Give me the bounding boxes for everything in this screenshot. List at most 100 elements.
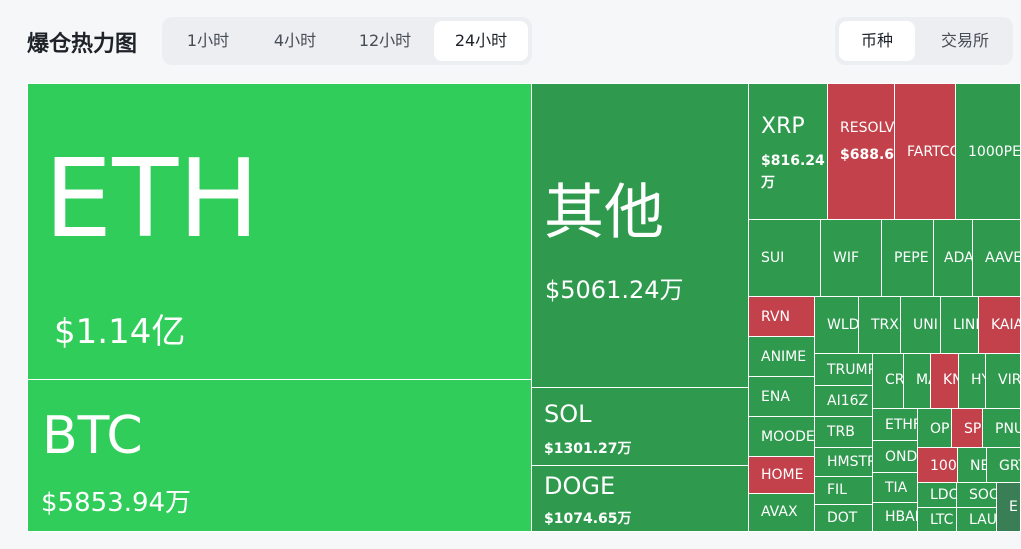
heatmap-cell-ena[interactable]: ENA [748, 376, 815, 417]
heatmap-cell-ai16z[interactable]: AI16Z [814, 385, 873, 417]
heatmap-cell-spx[interactable]: SPX [951, 408, 983, 448]
cell-name: XRP [761, 114, 805, 139]
heatmap-cell-resolv[interactable]: RESOLV $688.67万 [827, 83, 895, 220]
heatmap-cell-tia[interactable]: TIA [872, 472, 918, 503]
heatmap-cell-knc[interactable]: KNC [930, 353, 959, 409]
heatmap-cell-link[interactable]: LINK [940, 296, 979, 354]
tab-24h[interactable]: 24小时 [434, 21, 528, 61]
tab-1h[interactable]: 1小时 [168, 21, 248, 61]
heatmap-cell-anime[interactable]: ANIME [748, 336, 815, 377]
heatmap-cell-eth[interactable]: ETH $1.14亿 [27, 83, 532, 380]
heatmap-cell-1000pepe[interactable]: 1000PEPE [955, 83, 1021, 220]
heatmap-cell-soon[interactable]: SOON [956, 482, 997, 508]
tab-by-coin[interactable]: 币种 [839, 21, 915, 61]
cell-name: VIRTUAL [998, 372, 1021, 388]
heatmap-cell-ltc[interactable]: LTC [917, 507, 957, 532]
cell-name: PEPE [894, 250, 929, 266]
heatmap-cell-sui[interactable]: SUI [748, 219, 821, 297]
heatmap-cell-rvn[interactable]: RVN [748, 296, 815, 337]
heatmap-cell-1000sats[interactable]: 1000SATS [917, 447, 958, 483]
heatmap-cell-launch[interactable]: LAUNCH [956, 507, 997, 532]
cell-name: KNC [943, 372, 958, 388]
heatmap-cell-kaia[interactable]: KAIA [978, 296, 1021, 354]
heatmap-cell-moodeng[interactable]: MOODENG [748, 416, 815, 457]
cell-name: RESOLV [840, 120, 895, 136]
heatmap-cell-other[interactable]: 其他 $5061.24万 [531, 83, 749, 388]
cell-name: 1000PEPE [968, 144, 1021, 160]
cell-name: HYPE [971, 372, 985, 388]
cell-value: $5061.24万 [545, 276, 684, 304]
cell-name: ETHFI [885, 417, 917, 433]
cell-name: MAGIC [916, 372, 930, 388]
cell-name: AAVE [985, 250, 1021, 266]
heatmap-cell-virtual[interactable]: VIRTUAL [985, 353, 1021, 409]
cell-name: SOL [544, 400, 592, 428]
cell-value: $5853.94万 [41, 488, 192, 518]
cell-name: ADA [944, 250, 973, 266]
cell-name: WLD [827, 317, 859, 333]
cell-name: FARTCOIN [907, 144, 955, 160]
heatmap-cell-trump[interactable]: TRUMP [814, 353, 873, 386]
cell-name: TRUMP [827, 362, 873, 378]
cell-name: LDO [930, 487, 957, 503]
heatmap-cell-pnut[interactable]: PNUT [982, 408, 1021, 448]
cell-value: $1.14亿 [54, 312, 186, 352]
tab-12h[interactable]: 12小时 [342, 21, 428, 61]
heatmap-cell-wld[interactable]: WLD [814, 296, 859, 354]
cell-name: KAIA [991, 317, 1021, 333]
heatmap-cell-magic[interactable]: MAGIC [903, 353, 931, 409]
heatmap-cell-crv[interactable]: CRV [872, 353, 904, 409]
cell-name: E [1009, 499, 1018, 515]
cell-value: $816.24万 [761, 153, 825, 191]
cell-name: 其他 [544, 178, 664, 248]
heatmap-cell-dot[interactable]: DOT [814, 504, 873, 532]
page-title: 爆仓热力图 [27, 32, 138, 57]
heatmap-cell-doge[interactable]: DOGE $1074.65万 [531, 465, 749, 532]
heatmap-cell-aave[interactable]: AAVE [972, 219, 1021, 297]
heatmap-cell-wif[interactable]: WIF [820, 219, 882, 297]
heatmap-cell-hbar[interactable]: HBAR [872, 502, 918, 532]
heatmap-cell-ondo[interactable]: ONDO [872, 440, 918, 473]
cell-name: WIF [833, 250, 860, 266]
cell-name: TRB [827, 424, 855, 440]
tab-by-exchange[interactable]: 交易所 [921, 21, 1009, 61]
tab-4h[interactable]: 4小时 [255, 21, 335, 61]
heatmap-cell-xrp[interactable]: XRP $816.24万 [748, 83, 828, 220]
heatmap-cell-uni[interactable]: UNI [900, 296, 941, 354]
heatmap-cell-trx[interactable]: TRX [858, 296, 901, 354]
cell-name: RVN [761, 309, 791, 325]
heatmap-cell-near[interactable]: NEAR [957, 447, 987, 483]
heatmap-cell-e[interactable]: E [996, 482, 1021, 532]
cell-name: ETH [44, 137, 260, 262]
cell-name: AI16Z [827, 393, 869, 409]
cell-name: UNI [913, 317, 938, 333]
cell-name: BTC [42, 406, 143, 466]
heatmap-cell-op[interactable]: OP [917, 408, 952, 448]
heatmap-cell-fil[interactable]: FIL [814, 476, 873, 505]
cell-name: LTC [930, 512, 954, 528]
cell-name: FIL [827, 482, 847, 498]
time-range-tabs: 1小时 4小时 12小时 24小时 [162, 17, 532, 65]
cell-name: HMSTR [827, 454, 873, 470]
heatmap-cell-home[interactable]: HOME [748, 456, 815, 494]
cell-name: LAUNCH [969, 512, 997, 528]
heatmap-cell-avax[interactable]: AVAX [748, 493, 815, 532]
heatmap-cell-fartcoin[interactable]: FARTCOIN [894, 83, 956, 220]
heatmap-cell-trb[interactable]: TRB [814, 416, 873, 448]
heatmap-cell-hype[interactable]: HYPE [958, 353, 986, 409]
cell-name: ENA [761, 389, 790, 405]
cell-name: HBAR [885, 509, 917, 525]
heatmap-cell-btc[interactable]: BTC $5853.94万 [27, 379, 532, 532]
cell-name: TIA [885, 480, 908, 496]
cell-name: SOON [969, 487, 996, 503]
heatmap-cell-sol[interactable]: SOL $1301.27万 [531, 387, 749, 466]
heatmap-cell-pepe[interactable]: PEPE [881, 219, 934, 297]
cell-name: NEAR [970, 458, 986, 474]
cell-name: DOT [827, 510, 858, 526]
cell-name: MOODENG [761, 429, 815, 445]
heatmap-cell-ethfi[interactable]: ETHFI [872, 408, 918, 441]
heatmap-cell-hmstr[interactable]: HMSTR [814, 447, 873, 477]
heatmap-cell-ada[interactable]: ADA [933, 219, 973, 297]
heatmap-cell-ldo[interactable]: LDO [917, 482, 957, 508]
heatmap-cell-grt[interactable]: GRT [986, 447, 1021, 483]
